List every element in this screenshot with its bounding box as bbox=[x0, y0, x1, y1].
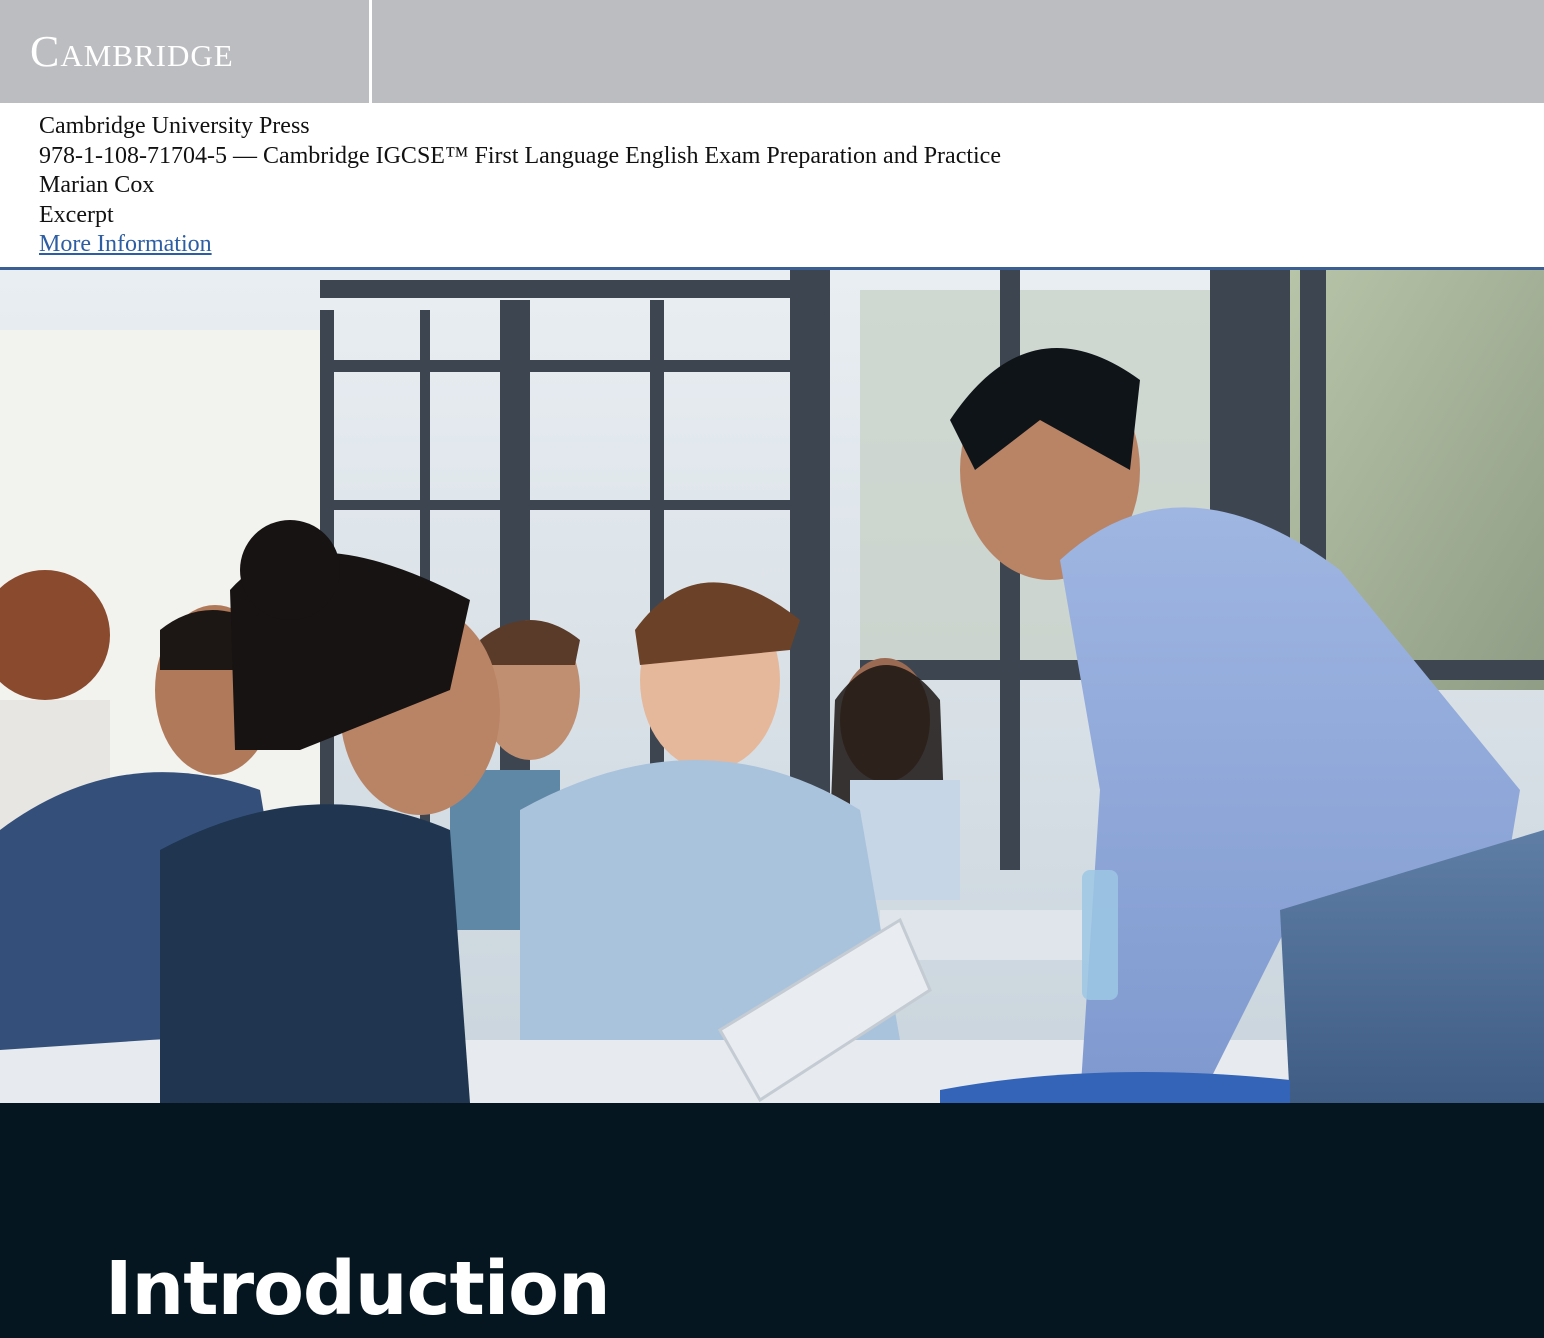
book-metadata: Cambridge University Press 978-1-108-717… bbox=[39, 112, 1001, 260]
more-information-link[interactable]: More Information bbox=[39, 231, 212, 257]
document-type: Excerpt bbox=[39, 201, 114, 228]
cambridge-logo: Cambridge bbox=[30, 26, 234, 76]
author-name: Marian Cox bbox=[39, 172, 155, 198]
publisher-name: Cambridge University Press bbox=[39, 113, 310, 139]
cambridge-banner: Cambridge bbox=[0, 0, 1544, 103]
section-heading: Introduction bbox=[105, 1246, 611, 1332]
logo-box: Cambridge bbox=[0, 0, 372, 103]
classroom-photo bbox=[0, 270, 1544, 1103]
isbn-title: 978-1-108-71704-5 — Cambridge IGCSE™ Fir… bbox=[39, 142, 1001, 169]
